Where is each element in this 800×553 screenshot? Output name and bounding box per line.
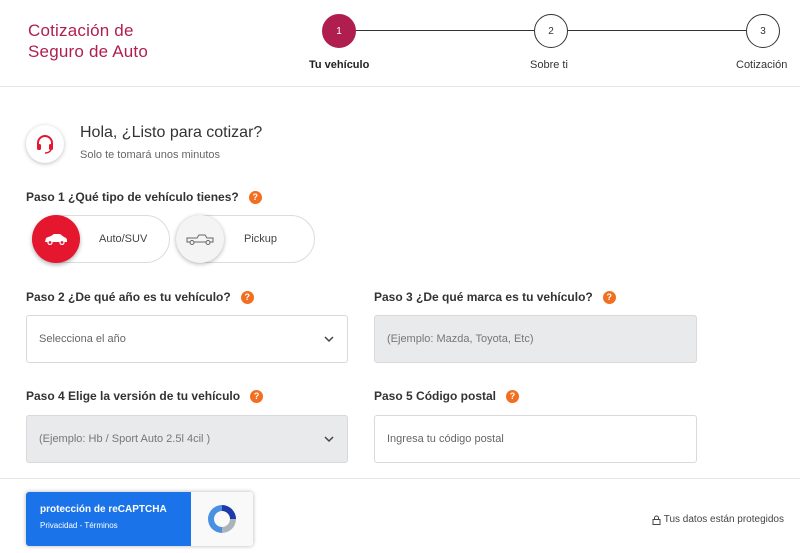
step-3-circle: 3	[746, 14, 780, 48]
footer-divider	[0, 478, 800, 479]
year-select[interactable]: Selecciona el año	[26, 315, 348, 363]
help-icon[interactable]: ?	[602, 290, 616, 304]
recaptcha-text: protección de reCAPTCHA Privacidad - Tér…	[26, 492, 191, 546]
step-2-label: Sobre ti	[530, 59, 568, 71]
year-select-placeholder: Selecciona el año	[39, 333, 126, 345]
step-2-question-text: Paso 2 ¿De qué año es tu vehículo?	[26, 290, 231, 304]
brand-field[interactable]: (Ejemplo: Mazda, Toyota, Etc)	[374, 315, 697, 363]
chevron-down-icon	[324, 336, 334, 343]
step-2-circle: 2	[534, 14, 568, 48]
help-icon[interactable]: ?	[248, 190, 262, 204]
header: Cotización de Seguro de Auto 1 2 3 Tu ve…	[0, 0, 800, 87]
brand-line-1: Cotización de	[28, 21, 134, 40]
greeting-title: Hola, ¿Listo para cotizar?	[80, 124, 263, 141]
greeting-subtitle: Solo te tomará unos minutos	[80, 149, 221, 161]
postal-code-input[interactable]: Ingresa tu código postal	[374, 415, 697, 463]
step-1-question: Paso 1 ¿Qué tipo de vehículo tienes? ?	[26, 190, 262, 204]
help-icon[interactable]: ?	[240, 290, 254, 304]
data-protected-text: Tus datos están protegidos	[663, 514, 784, 525]
lock-icon	[652, 515, 661, 525]
progress-line-2	[568, 30, 746, 31]
help-icon[interactable]: ?	[250, 389, 264, 403]
step-1-circle: 1	[322, 14, 356, 48]
step-2-question: Paso 2 ¿De qué año es tu vehículo? ?	[26, 290, 254, 304]
recaptcha-title: protección de reCAPTCHA	[40, 504, 167, 515]
vehicle-option-pickup[interactable]: Pickup	[176, 215, 315, 263]
chevron-down-icon	[324, 436, 334, 443]
step-1-label: Tu vehículo	[309, 59, 370, 71]
vehicle-option-label: Pickup	[244, 233, 278, 245]
step-3-label: Cotización	[736, 59, 788, 71]
version-select-placeholder: (Ejemplo: Hb / Sport Auto 2.5l 4cil )	[39, 433, 211, 445]
step-1-question-text: Paso 1 ¿Qué tipo de vehículo tienes?	[26, 190, 239, 204]
brand-line-2: Seguro de Auto	[28, 42, 149, 61]
recaptcha-logo-icon	[191, 492, 253, 546]
recaptcha-links[interactable]: Privacidad - Términos	[40, 521, 191, 530]
help-icon[interactable]: ?	[506, 389, 520, 403]
vehicle-option-label: Auto/SUV	[99, 233, 148, 245]
step-5-question-text: Paso 5 Código postal	[374, 389, 497, 403]
headset-icon	[26, 125, 64, 163]
step-4-question: Paso 4 Elige la versión de tu vehículo ?	[26, 389, 264, 403]
step-3-question-text: Paso 3 ¿De qué marca es tu vehículo?	[374, 290, 593, 304]
recaptcha-badge[interactable]: protección de reCAPTCHA Privacidad - Tér…	[26, 492, 253, 546]
car-icon	[32, 215, 80, 263]
brand-title: Cotización de Seguro de Auto	[28, 20, 148, 62]
vehicle-option-auto-suv[interactable]: Auto/SUV	[32, 215, 170, 263]
pickup-truck-icon	[176, 215, 224, 263]
progress-line-1	[356, 30, 534, 31]
step-3-question: Paso 3 ¿De qué marca es tu vehículo? ?	[374, 290, 616, 304]
data-protected-notice: Tus datos están protegidos	[652, 514, 784, 525]
postal-code-placeholder: Ingresa tu código postal	[387, 433, 504, 445]
brand-field-placeholder: (Ejemplo: Mazda, Toyota, Etc)	[387, 333, 534, 345]
version-select[interactable]: (Ejemplo: Hb / Sport Auto 2.5l 4cil )	[26, 415, 348, 463]
step-5-question: Paso 5 Código postal ?	[374, 389, 520, 403]
step-4-question-text: Paso 4 Elige la versión de tu vehículo	[26, 389, 241, 403]
